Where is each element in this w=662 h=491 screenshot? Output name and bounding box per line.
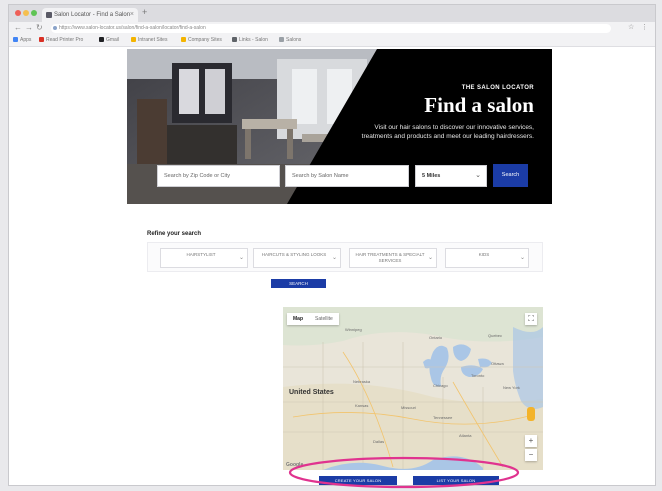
bookmark-icon [232,37,237,42]
bookmarks-bar: Apps Read Printer Pro Gmail Intranet Sit… [9,35,655,47]
chevron-down-icon: ⌄ [519,255,525,261]
map-widget[interactable]: Winnipeg Ontario Quebec Ottawa Toronto C… [283,307,543,470]
close-window-icon[interactable] [15,10,21,16]
bookmark-item[interactable]: Company Sites [181,37,222,44]
map-place-label: Tennessee [433,415,453,420]
tab-close-icon[interactable]: × [130,8,134,22]
zoom-in-button[interactable]: + [525,435,537,447]
map-place-label: Ottawa [491,361,504,366]
apps-icon [13,37,18,42]
list-salon-button[interactable]: LIST YOUR SALON [413,476,499,485]
zoom-out-button[interactable]: − [525,449,537,461]
back-icon[interactable]: ← [14,23,22,32]
refine-filters: HAIRSTYLIST ⌄ HAIRCUTS & STYLING LOOKS ⌄… [147,242,543,272]
street-view-icon[interactable] [527,407,535,421]
new-tab-button[interactable]: + [142,7,147,17]
bookmark-item[interactable]: Read Printer Pro [39,37,83,44]
browser-tab[interactable]: Salon Locator - Find a Salon × [42,8,138,22]
folder-icon [181,37,186,42]
bookmark-icon [279,37,284,42]
create-salon-button[interactable]: CREATE YOUR SALON [319,476,397,485]
map-place-label: Ontario [429,335,443,340]
map-country-label: United States [289,389,334,396]
url-input[interactable]: https://www.salon-locator.us/salon/find-… [51,24,611,33]
menu-icon[interactable]: ⋮ [641,23,648,31]
filter-treatments[interactable]: HAIR TREATMENTS & SPECIALT SERVICES ⌄ [349,248,437,268]
hero-copy: THE SALON LOCATOR Find a salon Visit our… [344,85,534,141]
star-icon[interactable]: ☆ [628,23,634,31]
map-place-label: Dallas [373,439,385,444]
refine-heading: Refine your search [147,231,202,237]
minimize-window-icon[interactable] [23,10,29,16]
salon-name-input[interactable]: Search by Salon Name [285,165,409,187]
filter-kids[interactable]: KIDS ⌄ [445,248,529,268]
map-place-label: Missouri [401,405,416,410]
location-search-input[interactable]: Search by Zip Code or City [157,165,280,187]
chevron-down-icon: ⌄ [475,172,481,179]
bookmark-icon [39,37,44,42]
address-bar-row: ← → ↻ https://www.salon-locator.us/salon… [9,22,655,36]
map-place-label: Quebec [488,333,503,338]
hero-banner: THE SALON LOCATOR Find a salon Visit our… [127,49,552,204]
filter-hairstylist[interactable]: HAIRSTYLIST ⌄ [160,248,248,268]
hero-eyebrow: THE SALON LOCATOR [461,85,534,91]
bookmark-item[interactable]: Intranet Sites [131,37,167,44]
chevron-down-icon: ⌄ [427,255,433,261]
favicon-icon [46,12,52,18]
refine-search-button[interactable]: SEARCH [271,279,326,288]
folder-icon [131,37,136,42]
radius-select[interactable]: 5 Miles ⌄ [415,165,487,187]
google-logo: Google [286,462,304,468]
map-place-label: Nebraska [353,379,371,384]
maximize-window-icon[interactable] [31,10,37,16]
map-type-toggle: Map Satellite [287,313,339,325]
bookmark-item[interactable]: Links - Salon [232,37,268,44]
map-place-label: Toronto [471,373,485,378]
map-view-button[interactable]: Map [287,313,309,325]
bookmark-item[interactable]: Gmail [99,37,119,44]
url-text: https://www.salon-locator.us/salon/find-… [59,25,206,31]
map-place-label: Winnipeg [345,327,362,332]
hero-description: Visit our hair salons to discover our in… [361,124,534,140]
satellite-view-button[interactable]: Satellite [309,313,339,325]
filter-haircuts[interactable]: HAIRCUTS & STYLING LOOKS ⌄ [253,248,341,268]
bookmark-icon [99,37,104,42]
map-actions: CREATE YOUR SALON LIST YOUR SALON [319,476,499,485]
map-place-label: Kansas [355,403,369,408]
map-place-label: Chicago [433,383,448,388]
fullscreen-icon[interactable]: ⛶ [525,313,537,325]
reload-icon[interactable]: ↻ [36,23,43,32]
browser-window: Salon Locator - Find a Salon × + ← → ↻ h… [8,4,656,486]
search-button[interactable]: Search [493,164,528,187]
forward-icon[interactable]: → [25,23,33,32]
chevron-down-icon: ⌄ [331,255,337,261]
tab-title: Salon Locator - Find a Salon [54,12,131,18]
chevron-down-icon: ⌄ [238,255,244,261]
bookmark-item[interactable]: Salons [279,37,301,44]
page-title: Find a salon [424,93,534,117]
map-place-label: Atlanta [459,433,472,438]
browser-titlebar: Salon Locator - Find a Salon × + [9,5,655,22]
lock-icon [53,26,57,30]
map-place-label: New York [503,385,520,390]
bookmark-item[interactable]: Apps [13,37,31,44]
